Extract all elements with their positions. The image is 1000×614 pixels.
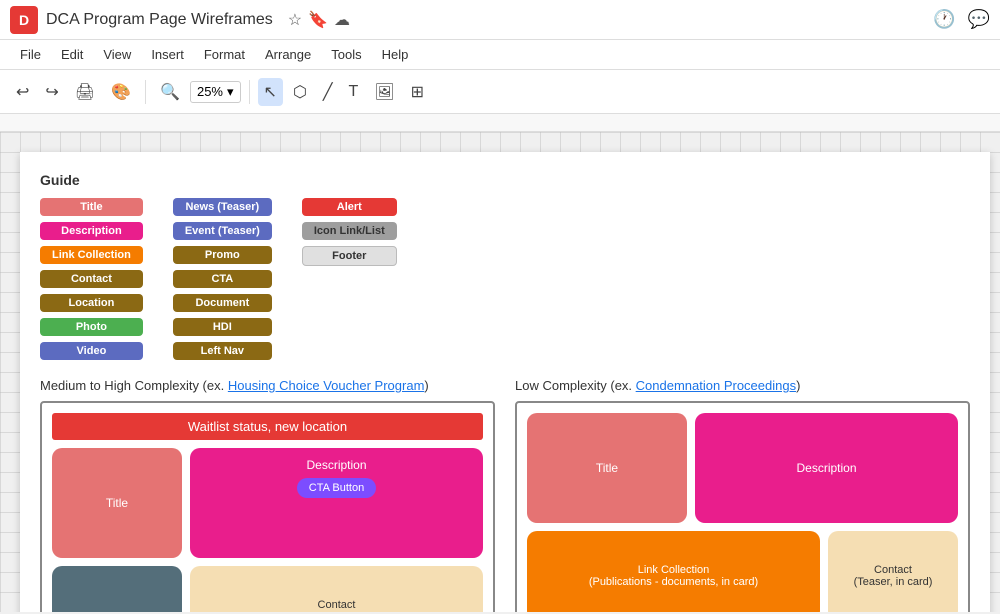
low-link-collection-block: Link Collection (Publications - document… xyxy=(527,531,820,612)
low-diagram-box: Title Description Link Collection (Publi… xyxy=(515,401,970,612)
star-icon[interactable]: ☆ xyxy=(288,10,302,30)
guide-title: Guide xyxy=(40,172,970,188)
badge-location[interactable]: Location xyxy=(40,294,143,312)
guide-col-2: News (Teaser) Event (Teaser) Promo CTA D… xyxy=(173,198,272,360)
low-complexity-section: Low Complexity (ex. Condemnation Proceed… xyxy=(515,378,970,612)
cursor-tool[interactable]: ↖ xyxy=(258,78,283,106)
text-tool[interactable]: T xyxy=(343,79,365,105)
app-icon: D xyxy=(10,6,38,34)
guide-col-3: Alert Icon Link/List Footer xyxy=(302,198,397,360)
cta-inner-button[interactable]: CTA Button xyxy=(297,478,376,498)
badge-footer[interactable]: Footer xyxy=(302,246,397,266)
zoom-selector[interactable]: 25% ▾ xyxy=(190,81,241,103)
medium-complexity-section: Medium to High Complexity (ex. Housing C… xyxy=(40,378,495,612)
badge-description[interactable]: Description xyxy=(40,222,143,240)
low-link[interactable]: Condemnation Proceedings xyxy=(636,378,796,393)
undo-button[interactable]: ↩ xyxy=(10,78,35,106)
bookmark-icon[interactable]: 🔖 xyxy=(308,10,328,30)
badge-news-teaser[interactable]: News (Teaser) xyxy=(173,198,272,216)
toolbar: ↩ ↪ 🖨 🎨 🔍 25% ▾ ↖ ⬡ ╱ T 🖼 ⊞ xyxy=(0,70,1000,114)
toolbar-separator-1 xyxy=(145,80,146,104)
zoom-arrow: ▾ xyxy=(227,84,234,100)
guide-col-1: Title Description Link Collection Contac… xyxy=(40,198,143,360)
redo-button[interactable]: ↪ xyxy=(39,78,64,106)
toolbar-separator-2 xyxy=(249,80,250,104)
badge-icon-link-list[interactable]: Icon Link/List xyxy=(302,222,397,240)
badge-contact[interactable]: Contact xyxy=(40,270,143,288)
menu-edit[interactable]: Edit xyxy=(51,43,93,66)
guide-section: Title Description Link Collection Contac… xyxy=(40,198,970,360)
badge-hdi[interactable]: HDI xyxy=(173,318,272,336)
menu-view[interactable]: View xyxy=(93,43,141,66)
menubar: File Edit View Insert Format Arrange Too… xyxy=(0,40,1000,70)
low-contact-block: Contact (Teaser, in card) xyxy=(828,531,958,612)
topright-icons: 🕐 💬 xyxy=(933,9,990,30)
badge-document[interactable]: Document xyxy=(173,294,272,312)
line-tool[interactable]: ╱ xyxy=(317,78,339,106)
low-top-row: Title Description xyxy=(527,413,958,523)
slide: Guide Title Description Link Collection … xyxy=(20,152,990,612)
menu-arrange[interactable]: Arrange xyxy=(255,43,321,66)
medium-desc-block: Description CTA Button xyxy=(190,448,483,558)
badge-left-nav[interactable]: Left Nav xyxy=(173,342,272,360)
history-icon[interactable]: 🕐 xyxy=(933,9,955,30)
shapes-tool[interactable]: ⬡ xyxy=(287,78,313,106)
cloud-icon[interactable]: ☁ xyxy=(334,10,350,30)
menu-format[interactable]: Format xyxy=(194,43,255,66)
canvas-area[interactable]: Guide Title Description Link Collection … xyxy=(0,132,1000,612)
print-button[interactable]: 🖨 xyxy=(69,78,101,106)
diagrams-row: Medium to High Complexity (ex. Housing C… xyxy=(40,378,970,612)
table-tool[interactable]: ⊞ xyxy=(405,78,430,106)
zoom-out-button[interactable]: 🔍 xyxy=(154,78,186,106)
low-bottom-row: Link Collection (Publications - document… xyxy=(527,531,958,612)
badge-event-teaser[interactable]: Event (Teaser) xyxy=(173,222,272,240)
medium-title-block: Title xyxy=(52,448,182,558)
badge-link-collection[interactable]: Link Collection xyxy=(40,246,143,264)
low-title-block: Title xyxy=(527,413,687,523)
comment-icon[interactable]: 💬 xyxy=(968,9,990,30)
medium-bottom-row: Contact (Teaser, in card) xyxy=(52,566,483,612)
badge-promo[interactable]: Promo xyxy=(173,246,272,264)
zoom-value: 25% xyxy=(197,84,223,99)
medium-link[interactable]: Housing Choice Voucher Program xyxy=(228,378,425,393)
badge-title[interactable]: Title xyxy=(40,198,143,216)
medium-title: Medium to High Complexity (ex. Housing C… xyxy=(40,378,495,393)
title-bar: D DCA Program Page Wireframes ☆ 🔖 ☁ 🕐 💬 xyxy=(0,0,1000,40)
low-title-label: Low Complexity (ex. Condemnation Proceed… xyxy=(515,378,970,393)
badge-alert[interactable]: Alert xyxy=(302,198,397,216)
image-tool[interactable]: 🖼 xyxy=(368,78,400,106)
alert-bar: Waitlist status, new location xyxy=(52,413,483,440)
menu-tools[interactable]: Tools xyxy=(321,43,371,66)
badge-photo[interactable]: Photo xyxy=(40,318,143,336)
medium-contact-block: Contact (Teaser, in card) xyxy=(190,566,483,612)
low-desc-block: Description xyxy=(695,413,958,523)
paint-format-button[interactable]: 🎨 xyxy=(105,78,137,106)
medium-top-row: Title Description CTA Button xyxy=(52,448,483,558)
menu-help[interactable]: Help xyxy=(372,43,419,66)
document-title: DCA Program Page Wireframes xyxy=(46,11,273,29)
medium-photo-block xyxy=(52,566,182,612)
badge-video[interactable]: Video xyxy=(40,342,143,360)
medium-diagram-box: Waitlist status, new location Title Desc… xyxy=(40,401,495,612)
menu-insert[interactable]: Insert xyxy=(141,43,194,66)
badge-cta[interactable]: CTA xyxy=(173,270,272,288)
title-icons: ☆ 🔖 ☁ xyxy=(285,10,353,30)
menu-file[interactable]: File xyxy=(10,43,51,66)
ruler xyxy=(0,114,1000,132)
